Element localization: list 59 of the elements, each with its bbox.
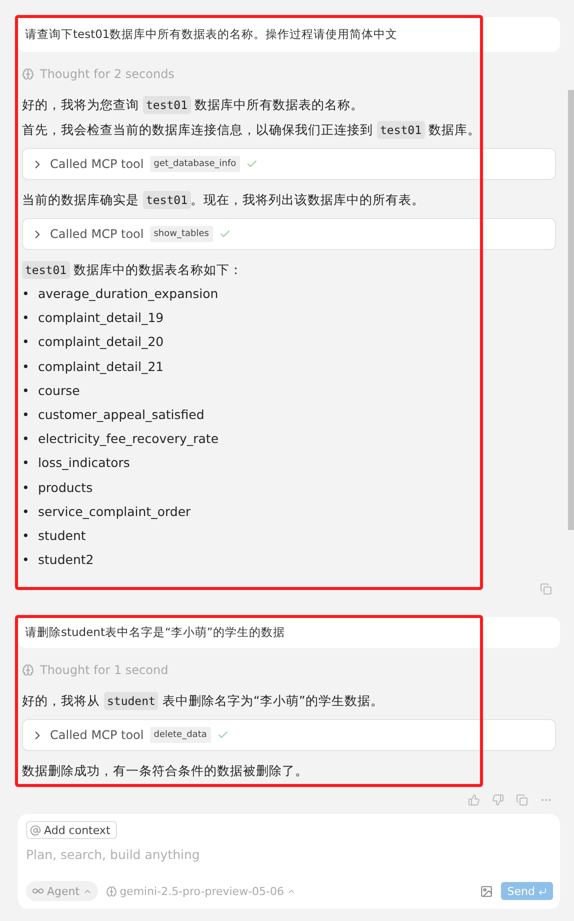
list-item: products — [38, 478, 93, 497]
tool-name: delete_data — [150, 727, 211, 744]
bullet: • — [22, 455, 30, 472]
thought-label[interactable]: Thought for 2 seconds — [22, 63, 556, 85]
list-item: student2 — [38, 551, 94, 570]
chat-input[interactable]: Plan, search, build anything — [26, 847, 553, 862]
list-item: complaint_detail_21 — [38, 358, 164, 376]
tool-call-row[interactable]: Called MCP tool get_database_info — [22, 148, 556, 180]
copy-icon[interactable] — [516, 794, 528, 806]
tool-name: get_database_info — [150, 156, 240, 172]
bullet: • — [22, 480, 30, 496]
user-message: 请查询下test01数据库中所有数据表的名称。操作过程请使用简体中文 — [18, 17, 560, 52]
bullet: • — [22, 431, 30, 448]
bullet: • — [22, 382, 30, 399]
tool-name: show_tables — [150, 226, 213, 242]
bullet: • — [22, 334, 30, 350]
tool-call-label: Called MCP tool — [50, 728, 144, 742]
list-item: complaint_detail_19 — [38, 309, 164, 328]
tool-call-row[interactable]: Called MCP tool delete_data — [22, 719, 556, 752]
list-item: loss_indicators — [38, 454, 130, 472]
list-item: customer_appeal_satisfied — [38, 406, 204, 424]
bullet: • — [22, 528, 30, 544]
mode-selector[interactable]: Agent — [26, 881, 98, 902]
list-item: course — [38, 382, 80, 400]
bullet: • — [22, 286, 30, 302]
at-sign-icon — [30, 824, 41, 836]
list-item: electricity_fee_recovery_rate — [38, 430, 219, 448]
brain-icon — [22, 664, 34, 676]
tool-call-label: Called MCP tool — [50, 157, 144, 171]
bullet: • — [22, 407, 30, 424]
bullet: • — [22, 552, 30, 568]
tool-call-label: Called MCP tool — [50, 227, 144, 241]
tool-call-row[interactable]: Called MCP tool show_tables — [22, 218, 556, 250]
message-text: 当前的数据库确实是 test01 。现在，我将列出该数据库中的所有表。 — [22, 190, 426, 211]
scrollbar[interactable] — [568, 90, 574, 530]
copy-icon[interactable] — [540, 583, 552, 596]
thumbs-down-icon[interactable] — [492, 794, 504, 806]
brain-icon — [22, 68, 34, 80]
list-item: complaint_detail_20 — [38, 333, 164, 352]
user-message: 请删除student表中名字是“李小萌”的学生的数据 — [18, 617, 560, 648]
list-item: student — [38, 526, 86, 545]
image-icon[interactable] — [480, 884, 494, 898]
message-text: 首先，我会检查当前的数据库连接信息，以确保我们正连接到 test01 数据库。 — [22, 120, 482, 141]
list-item: average_duration_expansion — [38, 285, 218, 304]
send-button[interactable]: Send — [501, 882, 553, 900]
enter-icon — [538, 886, 547, 896]
message-text: 好的，我将从 student 表中删除名字为“李小萌”的学生数据。 — [22, 691, 384, 712]
model-selector[interactable]: gemini-2.5-pro-preview-05-06 — [106, 884, 296, 898]
list-item: service_complaint_order — [38, 502, 191, 521]
message-text: 数据删除成功，有一条符合条件的数据被删除了。 — [22, 762, 309, 780]
thought-label[interactable]: Thought for 1 second — [22, 659, 556, 682]
message-text: test01 数据库中的数据表名称如下： — [22, 258, 556, 282]
bullet: • — [22, 358, 30, 375]
add-context-button[interactable]: Add context — [26, 821, 118, 840]
brain-icon — [106, 886, 117, 897]
message-text: 好的，我将为您查询 test01 数据库中所有数据表的名称。 — [22, 95, 365, 116]
bullet: • — [22, 310, 30, 326]
bullet: • — [22, 504, 30, 520]
thumbs-up-icon[interactable] — [468, 794, 480, 806]
